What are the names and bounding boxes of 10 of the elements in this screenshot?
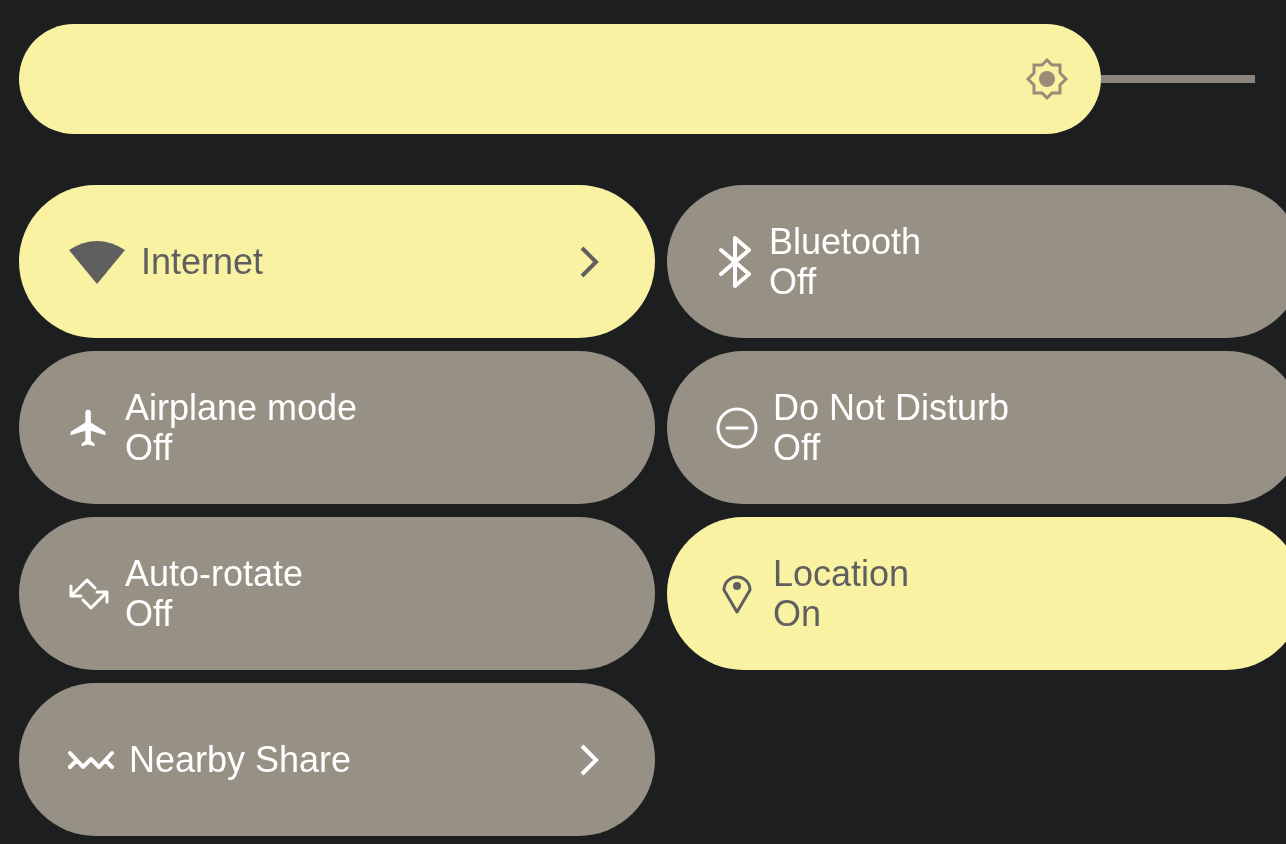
quick-settings-tile[interactable]: Auto-rotate Off [19, 517, 655, 670]
quick-settings-tile[interactable]: Airplane mode Off [19, 351, 655, 504]
do-not-disturb-icon [715, 405, 759, 450]
brightness-icon [1024, 57, 1069, 101]
quick-settings-tile[interactable]: Location On [667, 517, 1286, 670]
quick-settings-tile[interactable]: Do Not Disturb Off [667, 351, 1286, 504]
wifi-icon [67, 239, 127, 284]
quick-settings-tile[interactable]: Bluetooth Off [667, 185, 1286, 338]
quick-settings-tile[interactable]: Nearby Share [19, 683, 655, 836]
quick-settings-tile[interactable]: Internet [19, 185, 655, 338]
